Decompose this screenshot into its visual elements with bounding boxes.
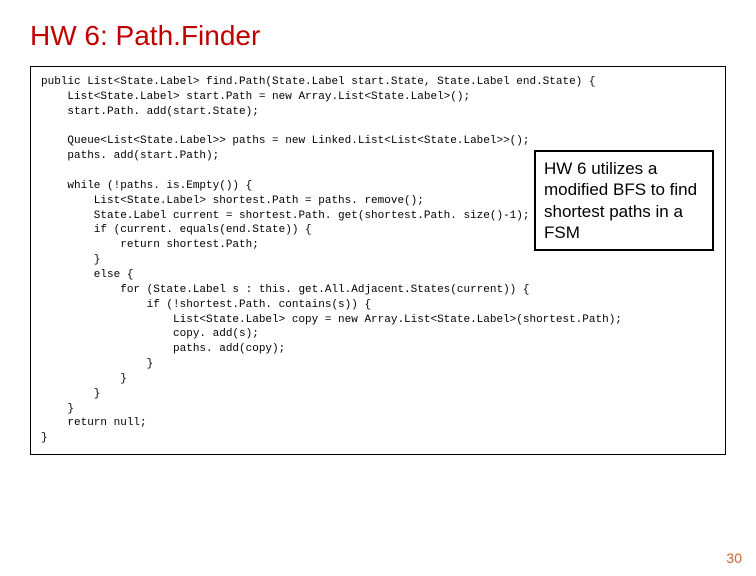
slide-title: HW 6: Path.Finder <box>30 20 726 52</box>
code-block: public List<State.Label> find.Path(State… <box>30 66 726 455</box>
page-number: 30 <box>726 550 742 566</box>
callout-box: HW 6 utilizes a modified BFS to find sho… <box>534 150 714 251</box>
